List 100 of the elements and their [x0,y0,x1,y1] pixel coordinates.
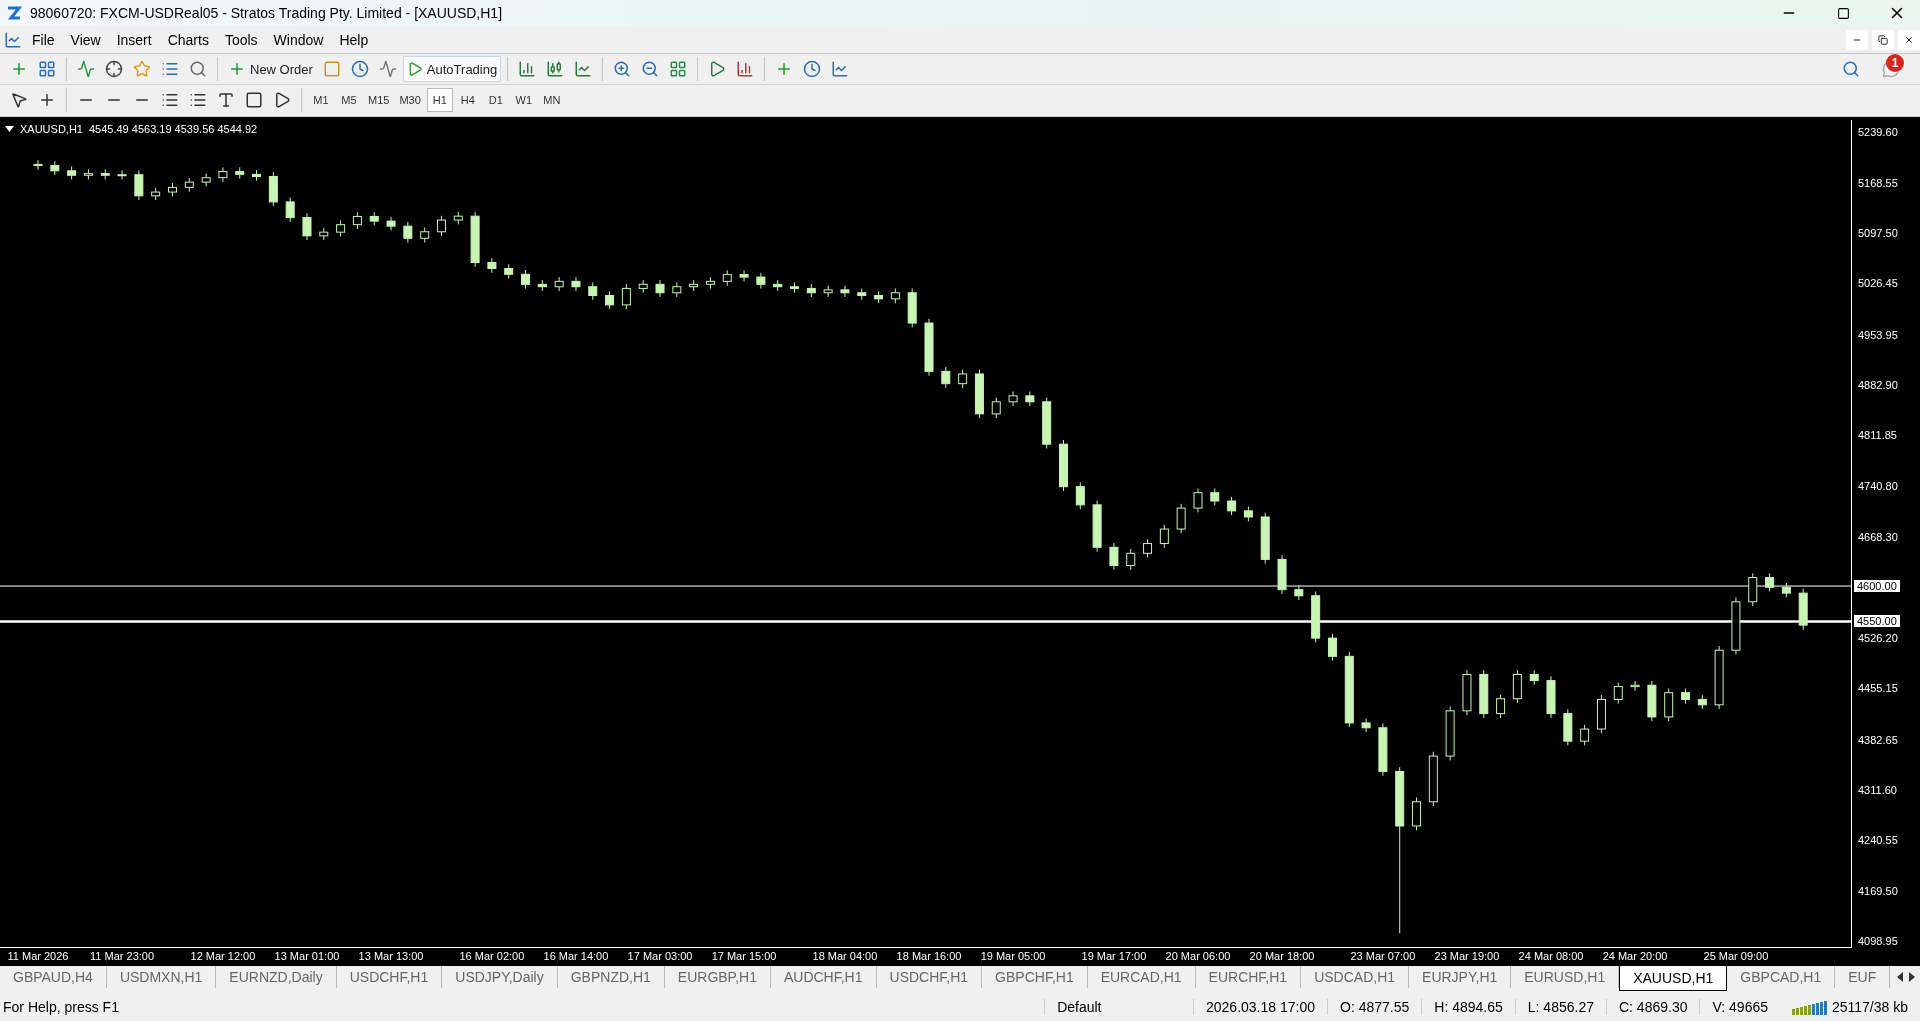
search-icon[interactable] [1842,60,1860,79]
time-label: 13 Mar 01:00 [274,949,340,962]
candlestick [302,212,312,241]
scroll-right-icon[interactable] [1908,971,1916,982]
timeframe-button[interactable]: H4 [454,88,481,113]
menu-item[interactable]: Charts [161,29,215,50]
candlestick [218,166,228,182]
chart-tab[interactable]: GBPCHF,H1 [982,965,1088,988]
chart-tab[interactable]: EURJPY,H1 [1409,965,1512,988]
status-traffic: 25117/38 kb [1830,998,1909,1015]
price-label: 4526.20 [1858,631,1898,644]
collapse-triangle-icon[interactable] [5,125,14,132]
chart-tab[interactable]: EURCHF,H1 [1195,965,1302,988]
candlestick [386,215,396,231]
chart-window-icon [4,30,22,49]
timeframe-button[interactable]: M5 [336,88,362,113]
candlestick [1176,502,1186,534]
menu-item[interactable]: Help [333,29,375,50]
candlestick [1109,542,1119,570]
candlestick [1462,669,1472,716]
candlestick [1714,645,1724,710]
time-label: 11 Mar 23:00 [90,949,155,962]
candlestick [941,366,951,388]
candlestick [420,226,430,243]
menu-item[interactable]: Tools [218,29,264,50]
restore-button[interactable] [1872,29,1894,50]
chart-tab[interactable]: USDMXN,H1 [106,965,217,988]
menu-item[interactable]: File [26,29,61,50]
price-label: 5239.60 [1858,126,1898,139]
candlestick [1025,390,1035,407]
status-profile: Default [1044,998,1193,1015]
horizontal-line[interactable] [0,619,1851,623]
auto-trading-button[interactable]: AutoTrading [402,56,502,83]
timeframe-button[interactable]: M30 [395,88,425,113]
candlestick [352,211,362,229]
close-icon [1904,34,1914,45]
price-label: 4740.80 [1858,479,1898,492]
menu-item[interactable]: Window [267,29,330,50]
scroll-left-icon[interactable] [1896,971,1904,982]
chart-tab[interactable]: EURGBP,H1 [664,965,771,988]
chart-tab[interactable]: GBPNZD,H1 [557,965,665,988]
candlestick [1748,572,1758,607]
new-order-button[interactable]: New Order [224,56,317,83]
candlestick [655,279,665,298]
candlestick [67,165,77,180]
chart-ohlc-values: 4545.49 4563.19 4539.56 4544.92 [88,122,258,135]
chart-tab[interactable]: USDCHF,H1 [876,965,983,988]
menu-item[interactable]: Insert [110,29,158,50]
candlestick [470,210,480,267]
candlestick [134,169,144,201]
timeframe-button[interactable]: M1 [308,88,334,113]
menu-item[interactable]: View [64,29,107,50]
close-button[interactable] [1898,29,1920,50]
candlestick [924,317,934,376]
chart-tab[interactable]: EUF [1835,965,1891,988]
price-label: 5097.50 [1858,227,1898,240]
candlestick [1428,750,1438,807]
candlestick [621,283,631,310]
candlestick [1496,693,1506,718]
time-label: 16 Mar 02:00 [459,949,525,962]
chart-tab[interactable]: EURCAD,H1 [1087,965,1196,988]
time-label: 19 Mar 05:00 [980,949,1046,962]
candlestick [1512,669,1522,703]
candlestick [1798,587,1808,631]
candlestick [605,290,615,310]
chart-tab[interactable]: AUDCHF,H1 [770,965,877,988]
app-logo-icon [6,5,22,21]
timeframe-button[interactable]: H1 [426,88,453,113]
candlestick [168,182,177,197]
candlestick [1243,505,1253,522]
candlestick [722,269,732,286]
timeframe-button[interactable]: MN [538,88,565,113]
chart-tab[interactable]: XAUUSD,H1 [1619,965,1728,991]
timeframe-button[interactable]: M15 [364,88,394,113]
status-low: L: 4856.27 [1514,998,1606,1015]
candlestick [83,168,93,180]
timeframe-button[interactable]: W1 [510,88,537,113]
candlestick [756,271,766,289]
price-label: 4240.55 [1858,834,1898,847]
candlestick [33,159,43,170]
price-label: 4098.95 [1858,934,1898,947]
maximize-icon[interactable] [1836,6,1850,20]
chart-tab[interactable]: GBPCAD,H1 [1727,965,1836,988]
candlestick [1378,722,1388,776]
candlestick [1159,523,1169,548]
chart-tab[interactable]: USDJPY,Daily [442,965,558,988]
candlestick [1479,669,1489,718]
time-label: 24 Mar 08:00 [1518,949,1584,962]
connection-bars-icon [1792,998,1828,1015]
time-label: 13 Mar 13:00 [358,949,424,962]
timeframe-button[interactable]: D1 [482,88,509,113]
chart-tab[interactable]: EURNZD,Daily [216,965,337,988]
candlestick [1277,554,1287,594]
chart-tab[interactable]: GBPAUD,H4 [0,965,107,988]
chart-tab[interactable]: USDCAD,H1 [1301,965,1410,988]
candlestick [436,214,446,237]
time-label: 11 Mar 2026 [7,949,69,962]
candlestick [1529,669,1539,685]
candlestick [1143,538,1153,558]
chart-tab[interactable]: USDCHF,H1 [336,965,443,988]
